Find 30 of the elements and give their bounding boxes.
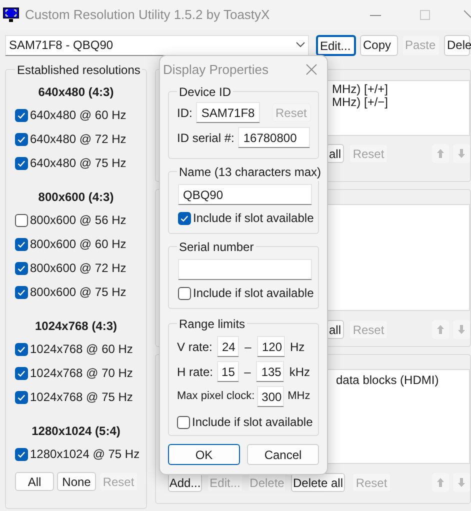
checkbox-label: 1280x1024 @ 75 Hz bbox=[30, 446, 140, 463]
checkbox-label: Include if slot available bbox=[192, 414, 313, 431]
unit-label: MHz bbox=[288, 389, 310, 404]
range-dash: – bbox=[243, 364, 252, 380]
field-label: ID: bbox=[177, 104, 192, 122]
field-label: Max pixel clock: bbox=[177, 389, 255, 404]
unit-label: kHz bbox=[289, 364, 310, 380]
checkbox-label: 1024x768 @ 75 Hz bbox=[30, 389, 133, 406]
group-heading: 800x600 (4:3) bbox=[38, 189, 114, 206]
checkbox-label: 640x480 @ 72 Hz bbox=[30, 131, 126, 148]
checkbox-label: 800x600 @ 56 Hz bbox=[30, 212, 126, 229]
checkbox-label: 640x480 @ 75 Hz bbox=[30, 155, 126, 172]
window-title: Custom Resolution Utility 1.5.2 by ToastyX bbox=[25, 6, 270, 24]
group-heading: 640x480 (4:3) bbox=[38, 84, 114, 101]
dialog-title: Display Properties bbox=[163, 60, 268, 79]
checkbox-label: 800x600 @ 75 Hz bbox=[30, 284, 126, 301]
checkbox-label: 800x600 @ 60 Hz bbox=[30, 236, 126, 253]
field-label: ID serial #: bbox=[177, 130, 234, 146]
group-heading: 1280x1024 (5:4) bbox=[32, 423, 120, 440]
checkbox-label: 1024x768 @ 60 Hz bbox=[30, 341, 133, 358]
checkbox-label: 1024x768 @ 70 Hz bbox=[30, 365, 133, 382]
field-label: H rate: bbox=[177, 364, 214, 380]
checkbox-label: Include if slot available bbox=[193, 210, 314, 227]
checkbox-label: Include if slot available bbox=[193, 285, 314, 302]
group-heading: 1024x768 (4:3) bbox=[34, 318, 118, 335]
checkbox-label: 640x480 @ 60 Hz bbox=[30, 107, 126, 124]
unit-label: Hz bbox=[290, 338, 305, 356]
range-dash: – bbox=[244, 338, 252, 356]
field-label: V rate: bbox=[177, 338, 214, 356]
checkbox-label: 800x600 @ 72 Hz bbox=[30, 260, 126, 277]
